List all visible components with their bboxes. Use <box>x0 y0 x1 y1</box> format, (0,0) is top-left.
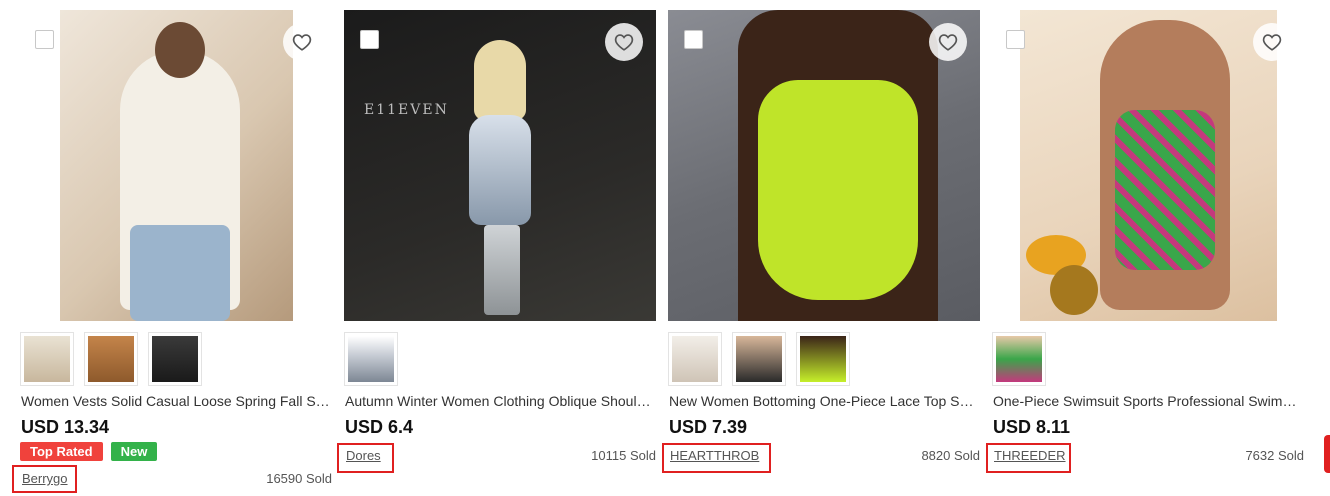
model-jeans <box>130 225 230 321</box>
product-title[interactable]: One-Piece Swimsuit Sports Professional S… <box>993 393 1303 409</box>
variant-thumbnail[interactable] <box>668 332 722 386</box>
new-badge: New <box>110 442 158 461</box>
heart-outline-icon <box>292 34 312 51</box>
product-image-area <box>20 10 332 321</box>
variant-thumbnail[interactable] <box>992 332 1046 386</box>
model-bodysuit <box>758 80 918 300</box>
product-price: USD 8.11 <box>993 417 1071 437</box>
wishlist-button[interactable] <box>283 23 321 61</box>
select-checkbox[interactable] <box>35 30 54 49</box>
model-hair <box>474 40 526 120</box>
product-photo[interactable] <box>668 10 980 321</box>
product-photo[interactable] <box>60 10 293 321</box>
variant-thumbnails <box>20 332 202 386</box>
variant-thumbnails <box>344 332 398 386</box>
select-checkbox[interactable] <box>360 30 379 49</box>
variant-thumbnails <box>992 332 1046 386</box>
product-price: USD 6.4 <box>345 417 414 437</box>
heart-outline-icon <box>614 34 634 51</box>
select-checkbox[interactable] <box>1006 30 1025 49</box>
product-title[interactable]: Women Vests Solid Casual Loose Spring Fa… <box>21 393 331 409</box>
product-title[interactable]: Autumn Winter Women Clothing Oblique Sho… <box>345 393 655 409</box>
heart-outline-icon <box>1262 34 1282 51</box>
product-photo[interactable]: E11EVEN <box>344 10 656 321</box>
heart-outline-icon <box>938 34 958 51</box>
model-dress <box>469 115 531 225</box>
select-checkbox[interactable] <box>684 30 703 49</box>
product-image-area: E11EVEN <box>344 10 656 321</box>
store-link[interactable]: Berrygo <box>22 471 68 486</box>
variant-thumbnail[interactable] <box>20 332 74 386</box>
variant-thumbnail[interactable] <box>732 332 786 386</box>
product-card-1[interactable]: Women Vests Solid Casual Loose Spring Fa… <box>12 10 332 496</box>
wishlist-button[interactable] <box>929 23 967 61</box>
pineapple-decoration <box>1050 265 1098 315</box>
wishlist-button[interactable] <box>605 23 643 61</box>
sold-count: 16590 Sold <box>266 471 332 486</box>
backdrop-logo-text: E11EVEN <box>364 90 449 130</box>
product-title[interactable]: New Women Bottoming One-Piece Lace Top S… <box>669 393 979 409</box>
store-link[interactable]: THREEDER <box>994 448 1066 463</box>
sold-count: 7632 Sold <box>1245 448 1304 463</box>
badge-row: Top Rated New <box>20 442 158 461</box>
product-price: USD 7.39 <box>669 417 748 437</box>
store-link[interactable]: HEARTTHROB <box>670 448 759 463</box>
side-feedback-tab[interactable] <box>1324 435 1330 473</box>
variant-thumbnails <box>668 332 850 386</box>
variant-thumbnail[interactable] <box>344 332 398 386</box>
sold-count: 8820 Sold <box>921 448 980 463</box>
product-image-area <box>992 10 1304 321</box>
model-boots <box>484 225 520 315</box>
sold-count: 10115 Sold <box>591 448 656 463</box>
variant-thumbnail[interactable] <box>796 332 850 386</box>
model-head <box>155 22 205 78</box>
product-photo[interactable] <box>1020 10 1277 321</box>
top-rated-badge: Top Rated <box>20 442 103 461</box>
product-image-area <box>668 10 980 321</box>
product-price: USD 13.34 <box>21 417 110 437</box>
model-swimsuit <box>1115 110 1215 270</box>
store-link[interactable]: Dores <box>346 448 381 463</box>
variant-thumbnail[interactable] <box>148 332 202 386</box>
variant-thumbnail[interactable] <box>84 332 138 386</box>
product-card-4[interactable]: One-Piece Swimsuit Sports Professional S… <box>986 10 1304 496</box>
wishlist-button[interactable] <box>1253 23 1291 61</box>
product-card-2[interactable]: E11EVEN Autumn Winter Women Clothing Obl… <box>337 10 656 496</box>
backdrop-logo: E11EVEN <box>364 102 449 118</box>
product-card-3[interactable]: New Women Bottoming One-Piece Lace Top S… <box>662 10 980 496</box>
